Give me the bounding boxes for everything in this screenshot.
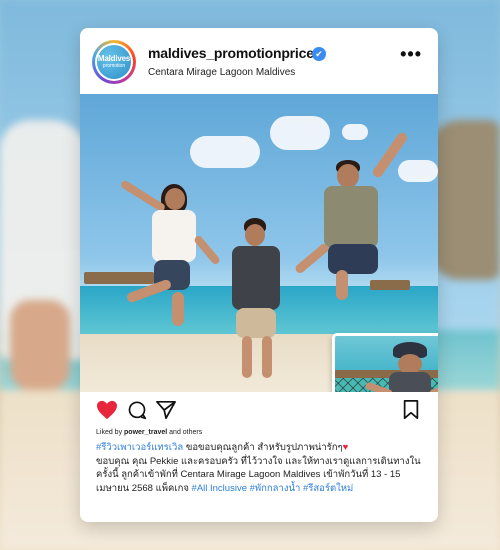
shorts: [328, 244, 378, 274]
torso: [324, 186, 378, 248]
post-photo[interactable]: [80, 94, 438, 392]
leg: [242, 336, 252, 378]
inset-photo: [332, 333, 438, 392]
heart-icon[interactable]: [96, 400, 118, 425]
torso: [152, 210, 196, 262]
leg: [336, 270, 348, 300]
head: [337, 164, 359, 188]
verified-badge-icon: ✔: [312, 47, 326, 61]
brand-logo: Maldives promotion: [97, 45, 131, 79]
post-actions: [80, 400, 438, 430]
comment-icon[interactable]: [127, 400, 147, 425]
background-leg-left: [10, 300, 70, 390]
head: [165, 188, 185, 210]
caption-line-1: ขอขอบคุณลูกค้า สำหรับรูปภาพน่ารักๆ: [183, 442, 343, 453]
bookmark-icon[interactable]: [402, 400, 420, 425]
arm: [370, 130, 410, 180]
arm: [119, 179, 167, 213]
hashtag-link[interactable]: #พักกลางน้ำ: [250, 483, 301, 494]
person-man: [293, 124, 416, 324]
torso: [232, 246, 280, 310]
liked-by-text: Liked by power_travel and others: [96, 429, 202, 436]
head: [398, 354, 422, 374]
hashtag-link[interactable]: #All Inclusive: [192, 483, 247, 494]
instagram-post-card: Maldives promotion maldives_promotionpri…: [80, 28, 438, 522]
leg: [262, 336, 272, 378]
logo-subtitle: promotion: [102, 63, 126, 69]
person-child-inset: [364, 342, 438, 392]
username[interactable]: maldives_promotionprice: [148, 45, 314, 61]
more-options-icon[interactable]: •••: [400, 44, 422, 65]
avatar-ring: Maldives promotion: [95, 43, 133, 81]
logo-title: Maldives: [97, 54, 131, 63]
liked-suffix: and others: [167, 429, 203, 436]
background-person-right: [430, 120, 500, 280]
heart-emoji-icon: ♥: [342, 442, 349, 453]
liked-user-link[interactable]: power_travel: [124, 429, 167, 436]
liked-prefix: Liked by: [96, 429, 125, 436]
person-woman: [108, 166, 221, 326]
post-caption: #รีวิวเพาเวอร์แทรเวิล ขอขอบคุณลูกค้า สำห…: [96, 441, 426, 495]
avatar[interactable]: Maldives promotion: [92, 40, 136, 84]
location-link[interactable]: Centara Mirage Lagoon Maldives: [148, 67, 295, 78]
cloud: [190, 136, 260, 168]
leg: [172, 292, 184, 326]
post-header: Maldives promotion maldives_promotionpri…: [80, 28, 438, 94]
leg: [125, 278, 173, 304]
person-boy: [222, 212, 302, 382]
hashtag-link[interactable]: #รีวิวเพาเวอร์แทรเวิล: [96, 442, 183, 453]
arm: [193, 234, 221, 266]
head: [245, 224, 265, 246]
torso: [389, 372, 431, 392]
hashtag-link[interactable]: #รีสอร์ตใหม่: [303, 483, 353, 494]
shorts: [236, 308, 276, 338]
share-icon[interactable]: [155, 400, 177, 425]
